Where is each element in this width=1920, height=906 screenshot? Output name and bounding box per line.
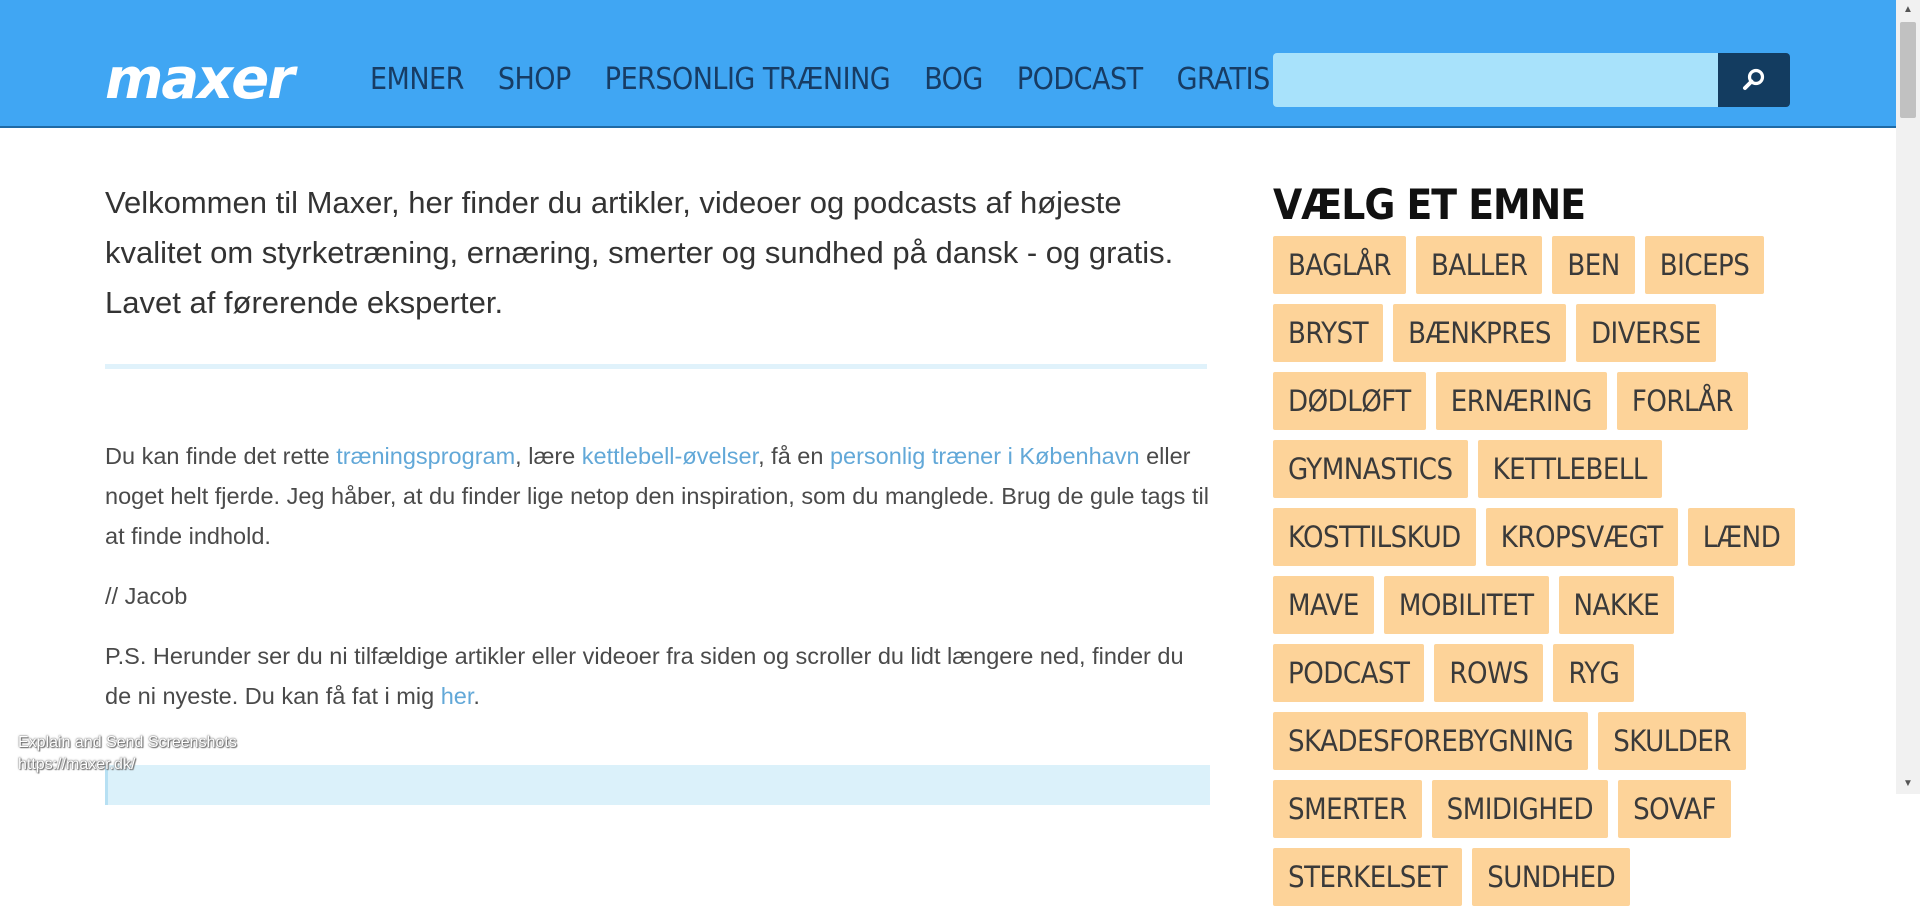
paragraph-text: Du kan finde det rette (105, 443, 337, 469)
tag-kropsvægt[interactable]: KROPSVÆGT (1485, 508, 1678, 566)
link-her[interactable]: her (441, 683, 474, 709)
screenshot-overlay: Explain and Send Screenshots https://max… (18, 732, 237, 776)
link-personlig-traener[interactable]: personlig træner i København (830, 443, 1140, 469)
tag-skulder[interactable]: SKULDER (1598, 712, 1746, 770)
tag-biceps[interactable]: BICEPS (1644, 236, 1765, 294)
search-icon (1743, 68, 1765, 90)
tag-sovaf[interactable]: SOVAF (1618, 780, 1732, 838)
tag-rows[interactable]: ROWS (1434, 644, 1544, 702)
tag-kosttilskud[interactable]: KOSTTILSKUD (1273, 508, 1476, 566)
scroll-thumb[interactable] (1900, 22, 1916, 118)
nav-item-bog[interactable]: BOG (924, 56, 983, 104)
site-header: maxer EMNER SHOP PERSONLIG TRÆNING BOG P… (0, 0, 1896, 128)
tag-mave[interactable]: MAVE (1273, 576, 1374, 634)
tag-smidighed[interactable]: SMIDIGHED (1431, 780, 1609, 838)
nav-item-podcast[interactable]: PODCAST (1017, 56, 1143, 104)
promo-box (105, 765, 1210, 805)
nav-item-emner[interactable]: EMNER (370, 56, 464, 104)
tag-dødløft[interactable]: DØDLØFT (1273, 372, 1426, 430)
search-form (1273, 53, 1790, 107)
tag-skadesforebygning[interactable]: SKADESFOREBYGNING (1273, 712, 1589, 770)
signature: // Jacob (105, 583, 188, 609)
scrollbar[interactable]: ▲ ▼ (1896, 0, 1920, 794)
intro-text: Velkommen til Maxer, her finder du artik… (105, 185, 1174, 320)
tag-diverse[interactable]: DIVERSE (1575, 304, 1716, 362)
search-input[interactable] (1273, 53, 1718, 107)
paragraph-text: P.S. Herunder ser du ni tilfældige artik… (105, 643, 1184, 709)
tag-podcast[interactable]: PODCAST (1273, 644, 1425, 702)
search-button[interactable] (1718, 53, 1790, 107)
sidebar-title: VÆLG ET EMNE (1273, 180, 1586, 229)
tag-ernæring[interactable]: ERNÆRING (1435, 372, 1607, 430)
tag-bænkpres[interactable]: BÆNKPRES (1393, 304, 1566, 362)
tag-lænd[interactable]: LÆND (1687, 508, 1796, 566)
tag-baglår[interactable]: BAGLÅR (1273, 236, 1406, 294)
tag-ben[interactable]: BEN (1552, 236, 1635, 294)
intro-paragraph: Du kan finde det rette træningsprogram, … (105, 436, 1215, 556)
tag-sundhed[interactable]: SUNDHED (1472, 848, 1631, 906)
paragraph-text: . (473, 683, 480, 709)
scroll-down-icon[interactable]: ▼ (1896, 774, 1920, 794)
tag-kettlebell[interactable]: KETTLEBELL (1477, 440, 1662, 498)
tag-bryst[interactable]: BRYST (1273, 304, 1384, 362)
main-nav: EMNER SHOP PERSONLIG TRÆNING BOG PODCAST… (370, 56, 1395, 104)
tag-ryg[interactable]: RYG (1553, 644, 1635, 702)
tag-nakke[interactable]: NAKKE (1558, 576, 1675, 634)
scroll-up-icon[interactable]: ▲ (1896, 0, 1920, 20)
overlay-url: https://maxer.dk/ (18, 756, 136, 773)
paragraph-text: , lære (515, 443, 582, 469)
link-kettlebell-ovelser[interactable]: kettlebell-øvelser (582, 443, 758, 469)
main-content: Du kan finde det rette træningsprogram, … (105, 436, 1215, 736)
tag-sterkelset[interactable]: STERKELSET (1273, 848, 1463, 906)
ps-paragraph: P.S. Herunder ser du ni tilfældige artik… (105, 636, 1215, 716)
site-logo[interactable]: maxer (105, 44, 295, 116)
link-traeningsprogram[interactable]: træningsprogram (336, 443, 515, 469)
tag-list: BAGLÅR BALLER BEN BICEPS BRYST BÆNKPRES DIVERS… (1273, 236, 1813, 906)
tag-baller[interactable]: BALLER (1415, 236, 1543, 294)
tag-forlår[interactable]: FORLÅR (1616, 372, 1748, 430)
overlay-title: Explain and Send Screenshots (18, 734, 237, 751)
tag-gymnastics[interactable]: GYMNASTICS (1273, 440, 1468, 498)
divider (105, 364, 1207, 369)
nav-item-personlig-traening[interactable]: PERSONLIG TRÆNING (605, 56, 891, 104)
nav-item-shop[interactable]: SHOP (498, 56, 571, 104)
paragraph-text: , få en (758, 443, 830, 469)
tag-smerter[interactable]: SMERTER (1273, 780, 1422, 838)
tag-mobilitet[interactable]: MOBILITET (1383, 576, 1549, 634)
